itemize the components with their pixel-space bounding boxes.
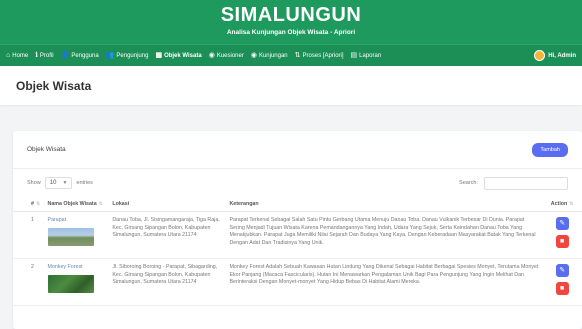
row-lokasi: Jl. Siboroing Boroing - Parapat, Sibagar…	[109, 258, 227, 306]
nav-label: Home	[12, 52, 29, 59]
row-number: 2	[13, 258, 45, 306]
edit-button[interactable]: ✎	[555, 264, 569, 277]
nav-label: Objek Wisata	[164, 52, 202, 59]
trash-icon: ■	[560, 285, 565, 292]
row-thumbnail	[47, 274, 94, 293]
row-nama[interactable]: Monkey Forest	[48, 264, 107, 272]
edit-button[interactable]: ✎	[555, 217, 569, 230]
table-controls: Show 10 ▼ entries Search:	[13, 169, 582, 197]
header-number[interactable]: # ⇅	[13, 197, 45, 212]
objek-wisata-card: Objek Wisata Tambah Show 10 ▼ entries Se…	[13, 131, 582, 329]
delete-button[interactable]: ■	[555, 282, 569, 295]
header-keterangan[interactable]: Keterangan	[226, 197, 543, 212]
entries-value: 10	[49, 180, 57, 186]
sort-icon: ⇅	[35, 201, 41, 207]
objek-wisata-table: # ⇅ Nama Objek Wisata ⇅ Lokasi Keterangan …	[13, 197, 582, 306]
app-header: SIMALUNGUN Analisa Kunjungan Objek Wisat…	[0, 0, 582, 44]
nav-label: Laporan	[359, 52, 382, 59]
row-thumbnail	[47, 227, 94, 246]
entries-select[interactable]: 10 ▼	[44, 177, 73, 189]
brand-tagline: Analisa Kunjungan Objek Wisata - Apriori	[226, 29, 356, 36]
card-header: Objek Wisata Tambah	[13, 131, 582, 169]
nav-item-laporan[interactable]: ▤ Laporan	[351, 52, 382, 59]
search-label: Search:	[459, 180, 478, 186]
nav-label: Kuesioner	[216, 52, 244, 59]
pin-icon: ◉	[250, 52, 257, 59]
row-number: 1	[13, 211, 45, 259]
row-lokasi: Danau Toba, Jl. Sisingamangaraja, Tiga R…	[109, 211, 227, 259]
nav-item-pengguna[interactable]: 👤 Pengguna	[61, 52, 99, 59]
home-icon: ⌂	[6, 52, 11, 59]
pencil-icon: ✎	[559, 267, 566, 274]
user-greeting: Hi, Admin	[548, 52, 576, 59]
info-icon: ℹ	[35, 52, 38, 59]
nav-label: Pengunjung	[116, 52, 149, 59]
report-icon: ▤	[350, 52, 358, 59]
show-label: Show	[27, 180, 41, 186]
header-lokasi[interactable]: Lokasi	[109, 197, 227, 212]
sort-icon: ⇅	[98, 201, 103, 207]
chevron-down-icon: ▼	[62, 180, 68, 186]
main-navbar: ⌂ Home ℹ Profil 👤 Pengguna 👥 Pengunjung …	[0, 44, 582, 66]
row-keterangan: Parapat Terkenal Sebagai Salah Satu Pint…	[226, 211, 543, 259]
entries-label: entries	[76, 180, 93, 186]
nav-label: Pengguna	[71, 52, 99, 59]
sort-icon: ⇅	[569, 201, 574, 207]
map-icon: ▦	[155, 52, 163, 59]
nav-item-kuesioner[interactable]: ◉ Kuesioner	[209, 52, 244, 59]
table-row: 2 Monkey Forest Jl. Siboroing Boroing - …	[13, 258, 582, 306]
page-title: Objek Wisata	[16, 78, 92, 93]
nav-item-home[interactable]: ⌂ Home	[6, 52, 28, 59]
row-nama[interactable]: Parapat	[48, 217, 107, 225]
entries-control: Show 10 ▼ entries	[27, 177, 93, 189]
trash-icon: ■	[560, 238, 565, 245]
row-actions: ✎ ■	[542, 211, 582, 259]
header-nama[interactable]: Nama Objek Wisata ⇅	[44, 197, 110, 212]
pin-icon: ◉	[208, 52, 215, 59]
table-header-row: # ⇅ Nama Objek Wisata ⇅ Lokasi Keterangan …	[13, 197, 582, 212]
nav-item-objek-wisata[interactable]: ▦ Objek Wisata	[155, 52, 201, 59]
users-icon: 👥	[105, 52, 115, 59]
nav-label: Proses [Apriori]	[302, 52, 344, 59]
row-actions: ✎ ■	[542, 258, 582, 306]
user-menu[interactable]: Hi, Admin	[534, 50, 576, 61]
nav-label: Profil	[39, 52, 54, 59]
nav-item-kunjungan[interactable]: ◉ Kunjungan	[251, 52, 288, 59]
user-icon: 👤	[60, 52, 70, 59]
header-action[interactable]: Action ⇅	[542, 197, 582, 212]
row-nama-cell: Parapat	[44, 211, 110, 259]
nav-label: Kunjungan	[258, 52, 288, 59]
row-nama-cell: Monkey Forest	[44, 258, 110, 306]
add-button[interactable]: Tambah	[532, 142, 568, 157]
page-title-bar: Objek Wisata	[0, 66, 582, 105]
search-input[interactable]	[484, 176, 568, 190]
table-row: 1 Parapat Danau Toba, Jl. Sisingamangara…	[13, 211, 582, 259]
nav-item-profil[interactable]: ℹ Profil	[35, 52, 53, 59]
pencil-icon: ✎	[559, 220, 566, 227]
sort-icon: ⇅	[294, 52, 301, 59]
brand-title: SIMALUNGUN	[220, 4, 362, 26]
nav-item-pengunjung[interactable]: 👥 Pengunjung	[106, 52, 149, 59]
row-keterangan: Monkey Forest Adalah Sebuah Kawasan Huta…	[226, 258, 543, 306]
nav-item-proses-apriori[interactable]: ⇅ Proses [Apriori]	[295, 52, 344, 59]
card-title: Objek Wisata	[27, 146, 66, 153]
avatar	[534, 50, 546, 61]
delete-button[interactable]: ■	[555, 235, 569, 248]
search-control: Search:	[459, 176, 568, 190]
